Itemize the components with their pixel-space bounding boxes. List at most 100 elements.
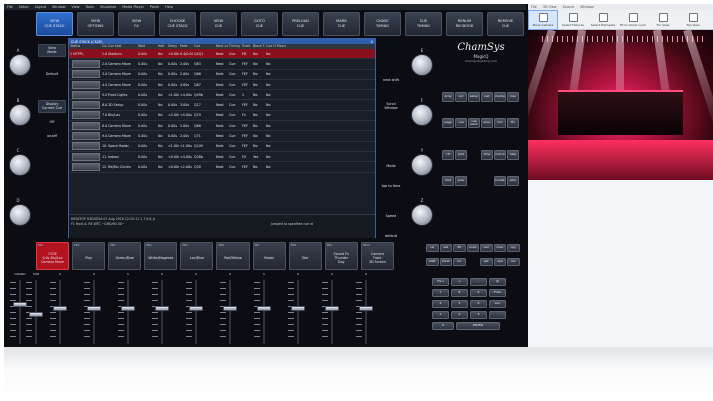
key-solo[interactable]: solo <box>507 176 519 186</box>
top-button-12[interactable]: REMOVE CUE <box>487 12 524 36</box>
key-full[interactable]: FULL <box>489 289 506 297</box>
key-out[interactable]: out <box>455 92 467 102</box>
menu-media-player[interactable]: Media Player <box>122 5 144 9</box>
key-enter[interactable]: ENTER <box>456 322 500 330</box>
fader-knob[interactable] <box>53 306 67 312</box>
key-mso[interactable]: mso <box>507 92 519 102</box>
playback-button-5[interactable]: PB5 Lav/Blue <box>180 242 214 270</box>
encoder-d-knob[interactable] <box>9 204 31 226</box>
menu-tools[interactable]: Tools <box>86 5 94 9</box>
fader-knob[interactable] <box>325 306 339 312</box>
key-inc[interactable]: inc <box>453 258 466 266</box>
top-button-2[interactable]: VIEW OPTIONS <box>77 12 114 36</box>
viewer-tool-fit-to-whole-room[interactable]: Fit to whole room <box>618 10 648 30</box>
key-cpy[interactable]: cpy <box>507 244 520 252</box>
encoder-z-knob[interactable] <box>411 204 433 226</box>
cue-row[interactable]: 8.00Camera Move0.00sNo0.00s2.00sQ68NextC… <box>69 121 375 132</box>
key-prev[interactable]: prev <box>455 176 467 186</box>
top-button-8[interactable]: MARK CUE <box>323 12 360 36</box>
scroll-window-button[interactable]: Scroll Window <box>377 102 405 111</box>
fader-8[interactable]: S <box>220 272 240 347</box>
top-button-10[interactable]: CUE TIMING <box>405 12 442 36</box>
menu-panel[interactable]: Panel <box>150 5 159 9</box>
key-locate[interactable]: locate <box>494 176 506 186</box>
close-icon[interactable]: X <box>371 40 373 44</box>
key-hold[interactable]: hold <box>442 176 454 186</box>
key-rec[interactable]: rec <box>507 258 520 266</box>
viewer-menu-file[interactable]: File <box>531 5 537 9</box>
playback-button-3[interactable]: PB3 Green/Blue <box>108 242 142 270</box>
key-4[interactable]: 4 <box>432 300 449 308</box>
fader-10[interactable]: S <box>288 272 308 347</box>
key--[interactable]: + <box>451 278 468 286</box>
fader-7[interactable]: S <box>186 272 206 347</box>
fader-knob[interactable] <box>359 306 373 312</box>
key-1[interactable]: 1 <box>432 311 449 319</box>
key-cue-stack[interactable]: cue stack <box>468 118 480 128</box>
playback-button-9[interactable]: PB9 Sound Fx Thunder Day <box>324 242 358 270</box>
viewer-menu-3d-view[interactable]: 3D View <box>543 5 557 9</box>
key-0[interactable]: 0 <box>432 322 454 330</box>
cue-row[interactable]: 10.00Space Radar0.00sNo<1.00s<1.00sQ109N… <box>69 142 375 152</box>
top-button-5[interactable]: VIEW CUE <box>200 12 237 36</box>
key-5[interactable]: 5 <box>451 300 468 308</box>
fader-knob[interactable] <box>13 302 27 308</box>
playback-button-7[interactable]: PB7 Radar <box>252 242 286 270</box>
top-button-9[interactable]: CHASE TIMING <box>364 12 401 36</box>
key-time[interactable]: time <box>481 150 493 160</box>
key-blind[interactable]: blind <box>439 258 452 266</box>
cue-row[interactable]: 2.00Camera Move0.00sNo0.00s2.00sQ63NextC… <box>69 59 375 70</box>
playback-button-8[interactable]: PB8 Star <box>288 242 322 270</box>
on-off-button[interactable]: on/off <box>38 134 66 138</box>
viewer-tool-top-view[interactable]: Top View <box>678 10 708 30</box>
cue-row[interactable]: 6.003D Setup0.00sNo0.00s3.00sQ17NextCueF… <box>69 100 375 111</box>
key-7[interactable]: 7 <box>432 289 449 297</box>
visualiser-render[interactable] <box>528 30 713 180</box>
key-undo[interactable]: undo <box>466 244 479 252</box>
encoder-c-knob[interactable] <box>9 154 31 176</box>
top-button-1[interactable]: VIEW CUE STACK <box>36 12 73 36</box>
fader-11[interactable]: S <box>322 272 342 347</box>
key-pat[interactable]: pat <box>481 92 493 102</box>
key-flx[interactable]: flx <box>507 118 519 128</box>
cue-row[interactable]: 12.00Rd/Blu Circles0.00sNo<0.00s<2.00sQ3… <box>69 162 375 173</box>
default-button[interactable]: Default <box>38 72 66 76</box>
tap-to-time-button[interactable]: tap to time <box>377 184 405 188</box>
playback-button-2[interactable]: PB2 Play <box>72 242 106 270</box>
view-mode-button[interactable]: View Mode <box>38 44 66 57</box>
key-rel[interactable]: rel <box>426 244 439 252</box>
key-setup[interactable]: setup <box>468 92 480 102</box>
viewer-tool-select-fixtures[interactable]: Select Fixtures <box>558 10 588 30</box>
playback-button-4[interactable]: PB4 White/Magenta <box>144 242 178 270</box>
fader-knob[interactable] <box>29 311 43 317</box>
key-shift[interactable]: shift <box>426 258 439 266</box>
speed-button[interactable]: Speed <box>377 214 405 218</box>
key-media[interactable]: media <box>494 92 506 102</box>
key-page[interactable]: page <box>442 118 454 128</box>
fader-4[interactable]: S <box>84 272 104 347</box>
fader-5[interactable]: S <box>118 272 138 347</box>
playback-button-1[interactable]: PB1 CS3E 0.0s Blu/Lav Camera Move <box>36 242 70 270</box>
top-button-3[interactable]: VIEW FX <box>118 12 155 36</box>
fader-2[interactable]: SUB <box>26 272 46 347</box>
encoder-b-knob[interactable] <box>9 104 31 126</box>
key-help[interactable]: help <box>507 150 519 160</box>
key-mve[interactable]: mve <box>493 244 506 252</box>
key-all[interactable]: ALL <box>489 300 506 308</box>
menu-file[interactable]: File <box>7 5 13 9</box>
top-button-6[interactable]: GOTO CUE <box>241 12 278 36</box>
menu-setup[interactable]: Setup <box>19 5 29 9</box>
fader-knob[interactable] <box>155 306 169 312</box>
fader-6[interactable]: S <box>152 272 172 347</box>
viewer-tool-fur-view[interactable]: Fur View <box>648 10 678 30</box>
cue-row[interactable]: 4.00Camera Move0.00sNo0.00s4.00sQ67NextC… <box>69 80 375 91</box>
viewer-tool-move-camera[interactable]: Move Camera <box>528 10 558 30</box>
playback-button-10[interactable]: PB10 Camera Front 3D Screen <box>360 242 394 270</box>
key-macro[interactable]: macro <box>494 150 506 160</box>
menu-visualiser[interactable]: Visualiser <box>100 5 116 9</box>
key-dlt[interactable]: dlt <box>453 244 466 252</box>
key-3[interactable]: 3 <box>470 311 487 319</box>
fader-knob[interactable] <box>257 306 271 312</box>
key-upd[interactable]: upd <box>493 258 506 266</box>
key-9[interactable]: 9 <box>470 289 487 297</box>
